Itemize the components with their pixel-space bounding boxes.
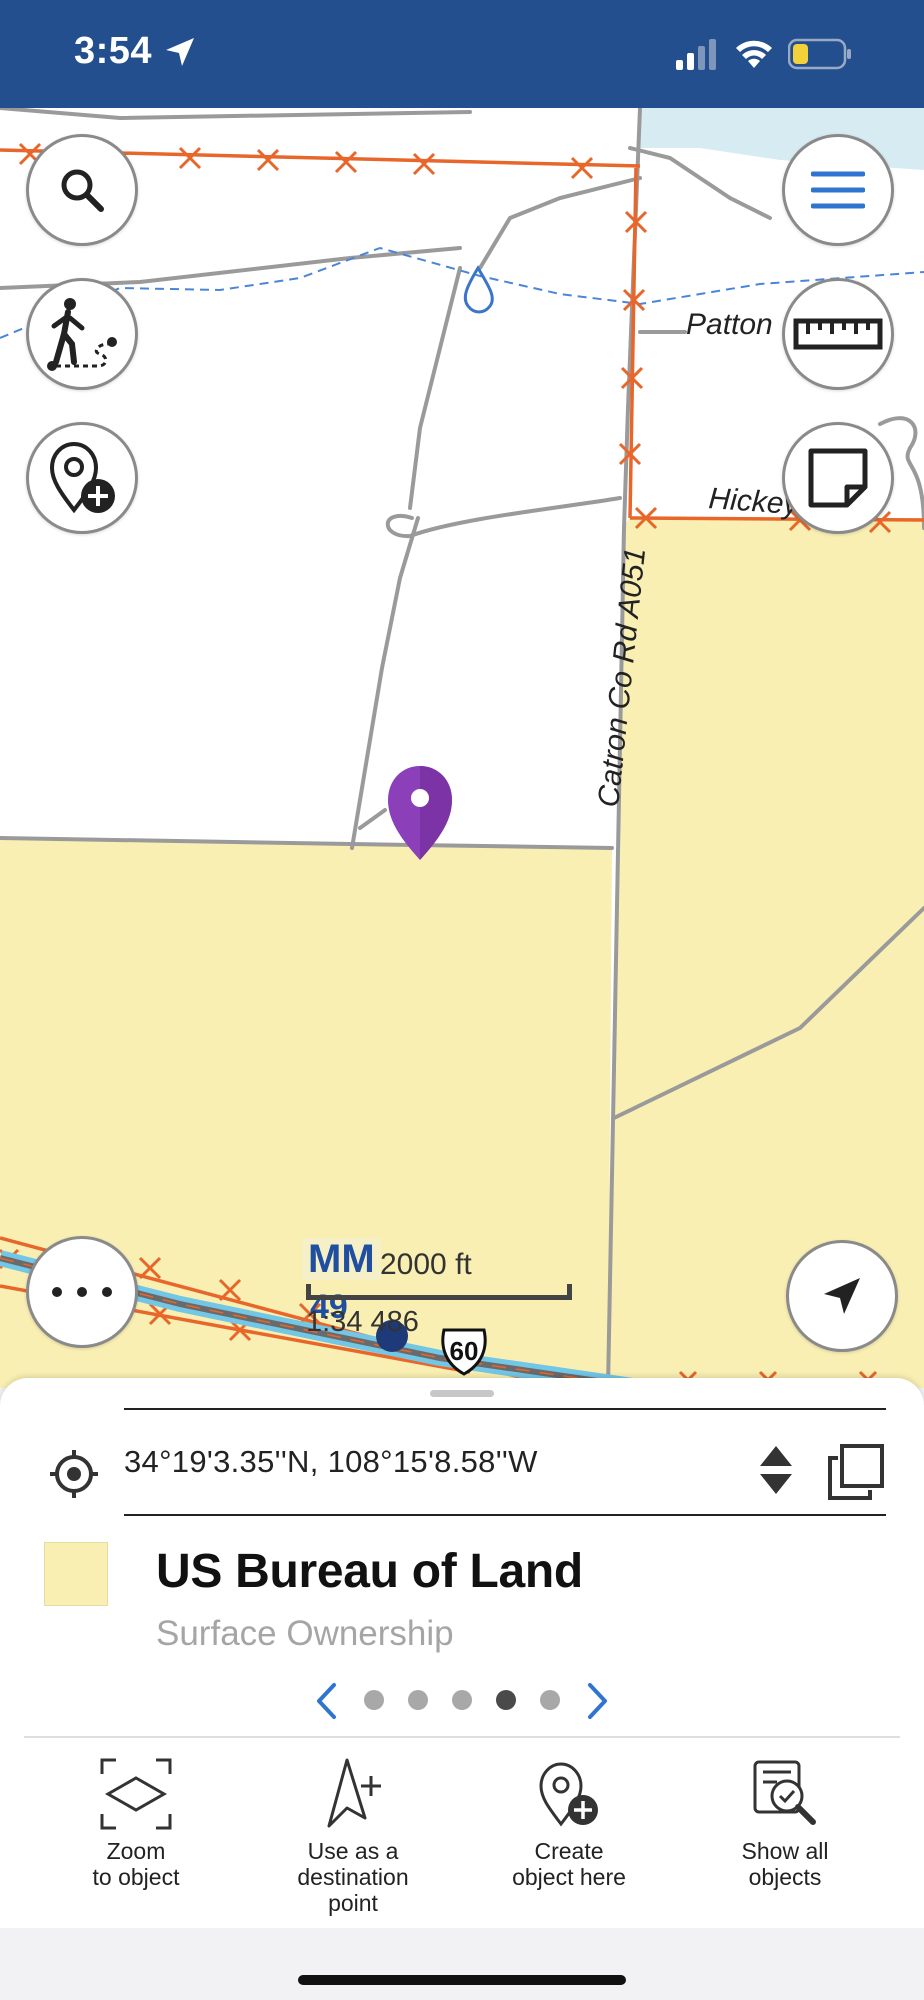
scale-ratio: 1:34 486 [306, 1306, 419, 1338]
road-label-patton: Patton [686, 308, 773, 341]
road-spur [358, 808, 387, 830]
road-top-left [0, 108, 472, 121]
map-view[interactable]: 60 Patton Hickey Catron Co Rd A051 MM 49… [0, 108, 924, 1388]
action-bar: Zoom to object Use as a destination poin… [0, 1750, 924, 1920]
more-button[interactable] [26, 1236, 138, 1348]
destination-point-button[interactable]: Use as a destination point [245, 1750, 461, 1920]
scale-distance: 2000 ft [380, 1248, 472, 1281]
ruler-icon [793, 318, 883, 350]
crosshair-icon [50, 1450, 98, 1498]
pager-dot[interactable] [364, 1690, 384, 1710]
action-label: Zoom to object [92, 1838, 180, 1890]
home-indicator-area [0, 1928, 924, 2000]
status-time: 3:54 [74, 30, 153, 72]
scale-bar [306, 1284, 572, 1300]
pager-dot[interactable] [408, 1690, 428, 1710]
status-bar: 3:54 [0, 0, 924, 108]
format-toggle-icon[interactable] [758, 1444, 794, 1496]
note-icon [808, 448, 868, 508]
pager-dot[interactable] [540, 1690, 560, 1710]
create-object-button[interactable]: Create object here [461, 1750, 677, 1920]
chevron-left-icon[interactable] [314, 1682, 338, 1720]
coordinates-value[interactable]: 34°19'3.35''N, 108°15'8.58''W [124, 1444, 538, 1480]
battery-icon [788, 38, 851, 70]
sheet-grabber[interactable] [430, 1390, 494, 1397]
track-recording-button[interactable] [26, 278, 138, 390]
coord-bottom-rule [124, 1514, 886, 1516]
create-object-icon [539, 1762, 598, 1827]
object-pager [310, 1678, 614, 1722]
action-label: Create object here [512, 1838, 626, 1890]
object-details-sheet: 34°19'3.35''N, 108°15'8.58''W US Bureau … [0, 1378, 924, 1928]
show-all-objects-button[interactable]: Show all objects [677, 1750, 893, 1920]
show-all-objects-icon [753, 1760, 816, 1825]
sheet-divider [24, 1736, 900, 1738]
copy-icon[interactable] [826, 1444, 884, 1502]
feature-subtitle: Surface Ownership [156, 1614, 454, 1653]
road-loop-upper [628, 146, 772, 220]
pager-dot[interactable] [452, 1690, 472, 1710]
feature-title: US Bureau of Land [156, 1545, 583, 1598]
notes-button[interactable] [782, 422, 894, 534]
chevron-right-icon[interactable] [586, 1682, 610, 1720]
more-icon [52, 1287, 112, 1297]
wifi-icon [736, 40, 772, 68]
navigate-arrow-icon [824, 1278, 860, 1314]
spring-marker [463, 265, 494, 314]
route-shield-label: 60 [450, 1336, 479, 1366]
road-diagonal-2 [478, 176, 642, 270]
add-place-button[interactable] [26, 422, 138, 534]
action-label: Use as a destination point [297, 1838, 409, 1916]
home-indicator[interactable] [298, 1975, 626, 1985]
destination-point-icon [327, 1758, 381, 1828]
menu-icon [811, 171, 865, 209]
road-loop [385, 496, 622, 539]
road-diagonal-1 [408, 266, 462, 510]
track-walk-icon [47, 298, 117, 371]
status-icons [674, 34, 864, 74]
zoom-to-object-button[interactable]: Zoom to object [28, 1750, 244, 1920]
menu-button[interactable] [782, 134, 894, 246]
search-icon [61, 169, 104, 212]
zoom-to-object-icon [100, 1758, 172, 1830]
signal-icon [676, 39, 716, 70]
map-scale: 2000 ft 1:34 486 [306, 1248, 572, 1338]
coordinates-row: 34°19'3.35''N, 108°15'8.58''W [0, 1408, 924, 1518]
navigate-button[interactable] [786, 1240, 898, 1352]
ownership-color-swatch [44, 1542, 108, 1606]
add-place-icon [49, 441, 115, 514]
search-button[interactable] [26, 134, 138, 246]
map-canvas[interactable]: 60 Patton Hickey Catron Co Rd A051 [0, 108, 924, 1388]
action-label: Show all objects [741, 1838, 829, 1890]
pager-dot-active[interactable] [496, 1690, 516, 1710]
location-arrow-icon [166, 38, 194, 66]
measure-button[interactable] [782, 278, 894, 390]
